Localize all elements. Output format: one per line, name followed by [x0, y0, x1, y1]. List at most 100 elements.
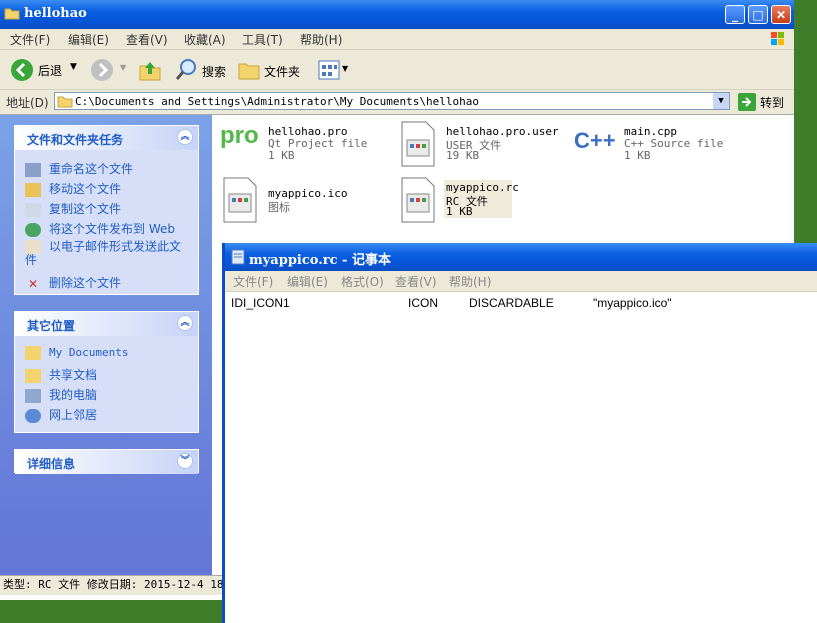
- menu-edit[interactable]: 编辑(E): [68, 31, 109, 48]
- computer-icon: [25, 388, 41, 403]
- menu-view[interactable]: 查看(V): [395, 273, 437, 290]
- explorer-title: hellohao: [24, 6, 87, 21]
- delete-icon: ✕: [27, 276, 39, 291]
- forward-button[interactable]: ▼: [90, 58, 130, 82]
- back-label: 后退: [38, 64, 63, 78]
- maximize-button[interactable]: □: [748, 5, 768, 24]
- file-item[interactable]: C++ main.cpp C++ Source file 1 KB: [574, 120, 734, 170]
- search-button[interactable]: 搜索: [174, 58, 230, 82]
- expand-icon[interactable]: ︾: [177, 453, 193, 469]
- task-delete-label: 删除这个文件: [49, 276, 122, 290]
- text-filename: "myappico.ico": [593, 296, 672, 310]
- task-email[interactable]: 以电子邮件形式发送此文件: [25, 240, 185, 267]
- folder-icon: [238, 63, 260, 80]
- rc-file-icon: [401, 177, 435, 223]
- views-button[interactable]: ▼: [318, 58, 352, 82]
- search-icon: [175, 59, 196, 80]
- menu-file[interactable]: 文件(F): [10, 31, 50, 48]
- close-button[interactable]: ✕: [771, 5, 791, 24]
- file-tasks-panel: 文件和文件夹任务 ︽ 重命名这个文件 移动这个文件 复制这个文件 将这个文件发布…: [14, 125, 199, 295]
- place-my-documents[interactable]: My Documents: [25, 346, 128, 360]
- menu-view[interactable]: 查看(V): [126, 31, 168, 48]
- cpp-file-icon: C++: [574, 128, 616, 153]
- move-icon: [25, 182, 41, 197]
- back-arrow-icon: [11, 59, 33, 81]
- task-copy[interactable]: 复制这个文件: [25, 200, 121, 217]
- notepad-menubar: 文件(F) 编辑(E) 格式(O) 查看(V) 帮助(H): [225, 271, 817, 292]
- go-arrow-icon: [738, 93, 756, 111]
- minimize-button[interactable]: _: [725, 5, 745, 24]
- menu-format[interactable]: 格式(O): [341, 273, 384, 290]
- file-item[interactable]: pro hellohao.pro Qt Project file 1 KB: [218, 120, 370, 170]
- back-dropdown-icon[interactable]: ▼: [70, 62, 77, 72]
- rename-icon: [25, 162, 41, 177]
- collapse-icon[interactable]: ︽: [177, 129, 193, 145]
- notepad-title: myappico.rc - 记事本: [249, 253, 391, 268]
- back-button[interactable]: 后退 ▼: [8, 57, 88, 83]
- ico-file-icon: [223, 177, 257, 223]
- details-panel: 详细信息 ︾: [14, 449, 199, 474]
- notepad-icon: [231, 249, 245, 265]
- task-pane: 文件和文件夹任务 ︽ 重命名这个文件 移动这个文件 复制这个文件 将这个文件发布…: [0, 115, 212, 575]
- status-text: 类型: RC 文件 修改日期: 2015-12-4 18:: [3, 578, 224, 591]
- address-input[interactable]: C:\Documents and Settings\Administrator\…: [54, 92, 730, 110]
- status-bar: 类型: RC 文件 修改日期: 2015-12-4 18:: [0, 575, 224, 595]
- task-email-label: 以电子邮件形式发送此文件: [25, 239, 182, 267]
- task-delete[interactable]: ✕ 删除这个文件: [25, 274, 121, 291]
- menu-favorites[interactable]: 收藏(A): [184, 31, 226, 48]
- task-publish-web[interactable]: 将这个文件发布到 Web: [25, 220, 175, 237]
- notepad-window: myappico.rc - 记事本 文件(F) 编辑(E) 格式(O) 查看(V…: [222, 243, 817, 623]
- other-places-panel: 其它位置 ︽ My Documents 共享文档 我的电脑 网上邻居: [14, 311, 199, 433]
- folders-button[interactable]: 文件夹: [238, 58, 306, 82]
- menu-help[interactable]: 帮助(H): [300, 31, 342, 48]
- place-label: 我的电脑: [49, 388, 98, 402]
- address-dropdown-icon[interactable]: ▼: [713, 93, 729, 109]
- address-label: 地址(D): [6, 96, 49, 110]
- qt-pro-file-icon: pro: [220, 122, 259, 149]
- windows-logo-icon: [771, 32, 784, 45]
- task-move[interactable]: 移动这个文件: [25, 180, 121, 197]
- views-dropdown-icon: ▼: [342, 64, 349, 73]
- text-resource-type: ICON: [408, 296, 438, 310]
- place-label: 共享文档: [49, 368, 98, 382]
- task-move-label: 移动这个文件: [49, 182, 122, 196]
- menu-edit[interactable]: 编辑(E): [287, 273, 328, 290]
- task-rename[interactable]: 重命名这个文件: [25, 160, 133, 177]
- copy-icon: [25, 202, 41, 217]
- go-label: 转到: [760, 96, 785, 110]
- folder-icon: [4, 8, 20, 20]
- file-item-selected[interactable]: myappico.rc RC 文件 1 KB: [398, 176, 519, 226]
- collapse-icon[interactable]: ︽: [177, 315, 193, 331]
- go-button[interactable]: 转到: [738, 93, 790, 111]
- forward-dropdown-icon[interactable]: ▼: [120, 63, 126, 72]
- details-header[interactable]: 详细信息 ︾: [15, 450, 198, 474]
- file-type: 图标: [268, 201, 290, 214]
- place-network[interactable]: 网上邻居: [25, 406, 97, 423]
- other-places-title: 其它位置: [27, 319, 76, 333]
- address-bar: 地址(D) C:\Documents and Settings\Administ…: [0, 90, 794, 115]
- menu-tools[interactable]: 工具(T): [242, 31, 283, 48]
- file-size: 1 KB: [446, 205, 473, 218]
- task-publish-label: 将这个文件发布到 Web: [49, 222, 175, 236]
- notepad-text-area[interactable]: IDI_ICON1 ICON DISCARDABLE "myappico.ico…: [225, 291, 817, 623]
- explorer-toolbar: 后退 ▼ ▼ 搜索 文件夹 ▼: [0, 50, 794, 90]
- menu-file[interactable]: 文件(F): [233, 273, 273, 290]
- folder-icon: [57, 96, 73, 108]
- place-my-computer[interactable]: 我的电脑: [25, 386, 97, 403]
- file-item[interactable]: myappico.ico 图标: [220, 176, 370, 226]
- explorer-title-bar[interactable]: hellohao _ □ ✕: [0, 0, 794, 29]
- file-tasks-header[interactable]: 文件和文件夹任务 ︽: [15, 126, 198, 150]
- place-shared-docs[interactable]: 共享文档: [25, 366, 97, 383]
- globe-icon: [25, 222, 41, 237]
- forward-arrow-icon: [91, 59, 113, 81]
- up-folder-icon[interactable]: [138, 58, 162, 82]
- text-identifier: IDI_ICON1: [231, 296, 290, 310]
- menu-help[interactable]: 帮助(H): [449, 273, 491, 290]
- text-flag: DISCARDABLE: [469, 296, 554, 310]
- task-rename-label: 重命名这个文件: [49, 162, 134, 176]
- explorer-menubar: 文件(F) 编辑(E) 查看(V) 收藏(A) 工具(T) 帮助(H): [0, 29, 794, 50]
- email-icon: [25, 240, 41, 254]
- other-places-header[interactable]: 其它位置 ︽: [15, 312, 198, 336]
- notepad-title-bar[interactable]: myappico.rc - 记事本: [225, 243, 817, 271]
- file-item[interactable]: hellohao.pro.user USER 文件 19 KB: [398, 120, 559, 170]
